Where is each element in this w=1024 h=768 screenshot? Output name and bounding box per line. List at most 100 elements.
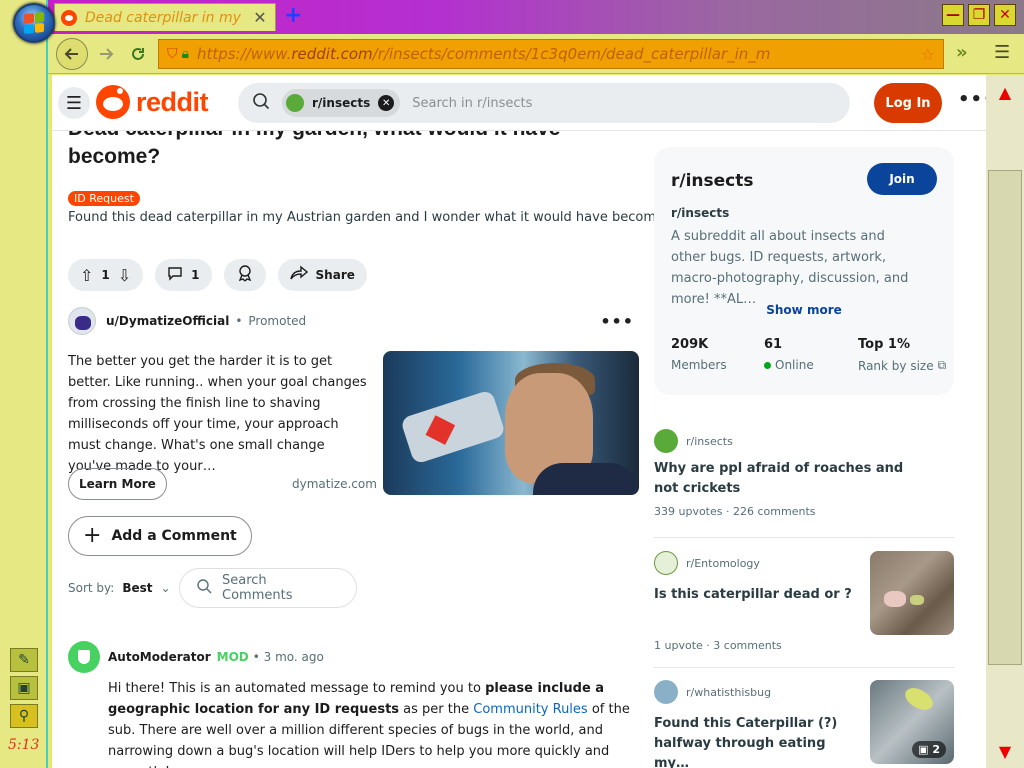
divider [654,667,954,668]
related-title[interactable]: Is this caterpillar dead or ? [654,585,854,605]
ad-more-options-icon[interactable]: ••• [600,312,634,331]
arrow-right-icon [100,48,114,60]
scroll-up-arrow-icon[interactable]: ▲ [988,77,1022,107]
related-sub[interactable]: r/Entomology [686,557,760,570]
community-name[interactable]: r/insects [671,171,754,191]
maximize-button[interactable]: ❐ [968,4,990,26]
scroll-down-arrow-icon[interactable]: ▼ [988,736,1022,766]
upvote-icon[interactable]: ⇧ [80,266,93,285]
community-title: r/insects [671,206,730,220]
login-button[interactable]: Log In [874,83,942,123]
downvote-icon[interactable]: ⇩ [118,266,131,285]
chip-close-icon[interactable]: ✕ [378,95,395,111]
related-meta: 1 upvote · 3 comments [654,639,782,652]
separator-dot: • [235,314,243,328]
start-button[interactable] [13,3,55,43]
learn-more-button[interactable]: Learn More [68,468,167,500]
menu-icon[interactable]: ☰ [994,42,1010,63]
reddit-logo[interactable]: reddit [96,85,209,119]
tray-window-icon[interactable]: ▣ [10,676,38,700]
subreddit-avatar [654,680,678,704]
scrollbar-thumb[interactable] [988,170,1022,665]
search-scope-chip[interactable]: r/insects ✕ [282,89,401,117]
related-sub[interactable]: r/whatisthisbug [686,686,771,699]
join-button[interactable]: Join [867,163,937,195]
external-link-icon: ⧉ [937,358,947,372]
shield-icon[interactable]: ⛉ [167,46,178,62]
post-actions: ⇧ 1 ⇩ 1 Share [68,259,367,291]
snoo-icon [96,85,130,119]
comments-button[interactable]: 1 [155,259,212,291]
subreddit-avatar [654,551,678,575]
forward-button[interactable] [90,38,122,70]
chevron-down-icon[interactable]: ⌄ [160,581,170,595]
search-icon [196,578,212,598]
tab-close-icon[interactable]: ✕ [251,8,269,27]
related-post[interactable]: r/Entomology Is this caterpillar dead or… [654,551,954,652]
windows-logo-icon [24,11,44,35]
community-description: A subreddit all about insects and other … [671,229,909,307]
related-post[interactable]: r/whatisthisbug Found this Caterpillar (… [654,680,954,768]
share-button[interactable]: Share [277,259,367,291]
reddit-search-input[interactable]: r/insects ✕ Search in r/insects [238,83,850,123]
address-bar[interactable]: ⛉ 🔒︎ https://www.reddit.com/r/insects/co… [158,39,944,69]
bookmark-star-icon[interactable]: ☆ [921,45,935,64]
minimize-button[interactable]: — [942,4,964,26]
related-title[interactable]: Why are ppl afraid of roaches and not cr… [654,459,924,499]
ad-image[interactable] [383,351,639,495]
search-placeholder: Search in r/insects [412,95,533,111]
page-viewport: Dead caterpillar in my garden, what woul… [52,75,986,768]
new-tab-button[interactable]: + [284,3,302,29]
post-flair[interactable]: ID Request [68,191,140,206]
show-more-button[interactable]: Show more [654,303,954,317]
stat-members: 209K Members [671,337,727,372]
magnifier-icon[interactable]: ⚲ [10,704,38,728]
vote-count: 1 [101,268,110,282]
divider [654,537,954,538]
automod-avatar[interactable] [68,641,100,673]
url-text[interactable]: https://www.reddit.com/r/insects/comment… [197,45,921,63]
reload-button[interactable] [122,38,154,70]
comment-header: AutoModerator MOD • 3 mo. ago [68,641,324,673]
add-comment-button[interactable]: + Add a Comment [68,516,252,556]
tray-app-icon[interactable]: ✎ [10,648,38,672]
ad-text[interactable]: The better you get the harder it is to g… [68,351,368,477]
browser-tab[interactable]: Dead caterpillar in my ✕ [54,3,276,31]
desktop-sidebar: ✎ ▣ ⚲ 5:13 [0,0,48,768]
related-thumbnail[interactable]: ▣ 2 [870,680,954,764]
related-thumbnail[interactable] [870,551,954,635]
back-button[interactable] [56,38,88,70]
ad-domain[interactable]: dymatize.com [292,477,377,491]
related-title[interactable]: Found this Caterpillar (?) halfway throu… [654,714,854,768]
post-body: Found this dead caterpillar in my Austri… [68,210,669,225]
more-options-icon[interactable]: ••• [958,89,986,110]
stat-rank: Top 1% Rank by size ⧉ [858,337,947,373]
comment-author[interactable]: AutoModerator [108,650,211,664]
add-comment-label: Add a Comment [111,528,237,544]
vertical-scrollbar[interactable]: ▲ ▼ [986,75,1024,768]
share-label: Share [315,268,355,282]
clock: 5:13 [8,737,40,753]
hamburger-menu-icon[interactable]: ☰ [58,87,90,119]
comment-time: • 3 mo. ago [252,650,324,664]
arrow-left-icon [64,48,78,60]
search-comments-input[interactable]: Search Comments [179,568,357,608]
lock-icon[interactable]: 🔒︎ [182,46,189,62]
advertiser-name[interactable]: u/DymatizeOfficial [106,314,229,328]
comment-body: Hi there! This is an automated message t… [108,681,630,768]
reddit-favicon-icon [61,9,77,26]
community-card: r/insects Join r/insects A subreddit all… [654,147,954,395]
search-icon [252,92,270,114]
community-rules-link[interactable]: Community Rules [473,702,587,717]
award-button[interactable] [223,259,266,291]
sort-dropdown[interactable]: Best [122,581,152,595]
comment-icon [167,265,183,285]
related-sub[interactable]: r/insects [686,435,733,448]
close-window-button[interactable]: ✕ [994,4,1016,26]
sort-label: Sort by: [68,581,115,595]
tab-title: Dead caterpillar in my [85,9,241,26]
related-post[interactable]: r/insects Why are ppl afraid of roaches … [654,429,954,518]
advertiser-avatar[interactable] [68,307,96,335]
subreddit-avatar [654,429,678,453]
overflow-chevron-icon[interactable]: » [956,42,968,63]
